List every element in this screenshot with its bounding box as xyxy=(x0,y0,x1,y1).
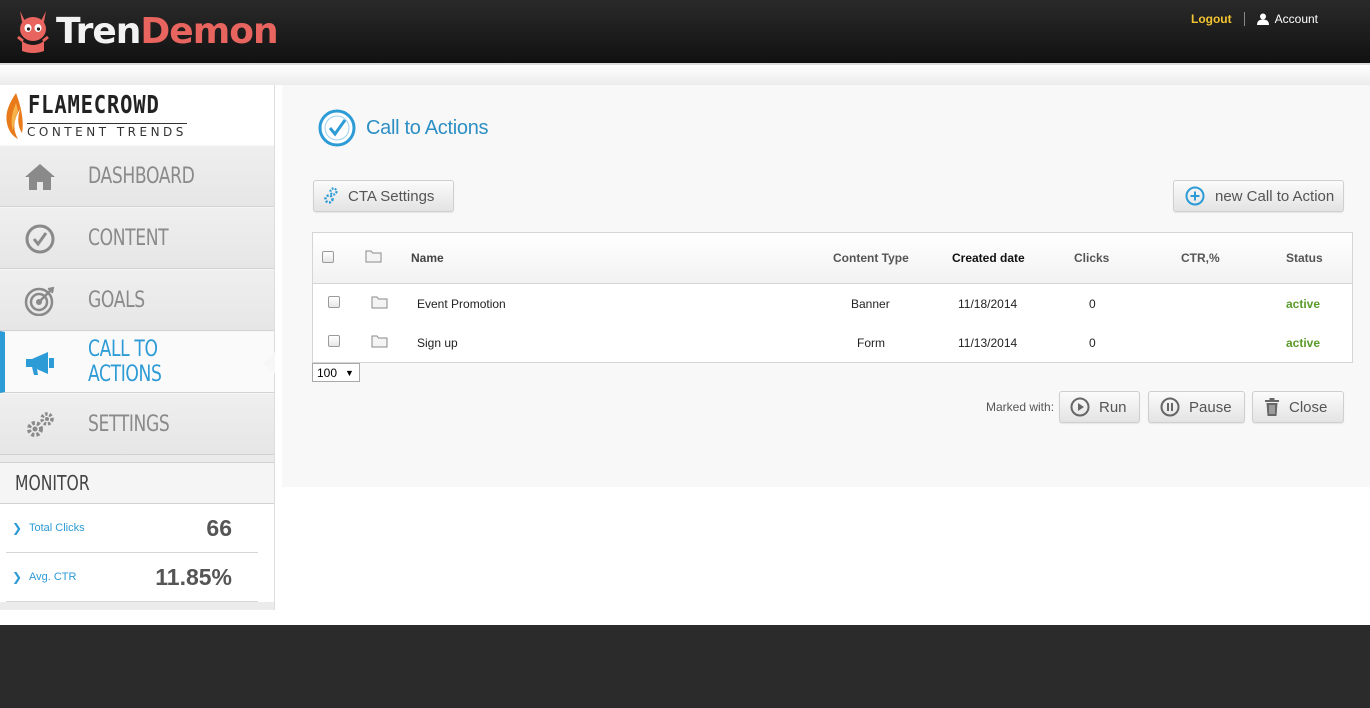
column-header-content-type[interactable]: Content Type xyxy=(833,251,909,265)
button-label: Run xyxy=(1099,398,1127,416)
logo-text: TrenDemon xyxy=(56,10,279,52)
new-call-to-action-button[interactable]: new Call to Action xyxy=(1173,180,1344,212)
close-button[interactable]: Close xyxy=(1252,391,1344,423)
sidebar-item-label: DASHBOARD xyxy=(88,163,195,189)
sidebar-spacer xyxy=(0,455,274,463)
column-header-status[interactable]: Status xyxy=(1286,251,1323,265)
flame-icon xyxy=(6,93,23,139)
chevron-right-icon: ❯ xyxy=(12,521,23,535)
demon-mascot-icon xyxy=(17,11,49,53)
top-header: TrenDemon Logout Account xyxy=(0,0,1370,63)
stat-total-clicks[interactable]: ❯ Total Clicks 66 xyxy=(6,504,258,553)
logout-link[interactable]: Logout xyxy=(1191,12,1232,26)
plus-circle-icon xyxy=(1185,186,1205,206)
row-checkbox[interactable] xyxy=(328,335,340,347)
stat-label: Total Clicks xyxy=(29,522,85,534)
page-title: Call to Actions xyxy=(318,109,489,147)
page-size-select[interactable]: 100 ▼ xyxy=(312,363,360,382)
client-name: FLAMECROWD xyxy=(28,90,160,119)
cta-settings-button[interactable]: CTA Settings xyxy=(313,180,454,212)
cta-table: Name Content Type Created date Clicks CT… xyxy=(312,232,1353,363)
folder-icon xyxy=(365,250,382,263)
cta-created-date: 11/18/2014 xyxy=(958,297,1018,311)
pause-button[interactable]: Pause xyxy=(1148,391,1245,423)
folder-icon xyxy=(371,335,388,348)
caret-down-icon: ▼ xyxy=(345,367,354,378)
marked-with-label: Marked with: xyxy=(986,400,1055,414)
main-panel: Call to Actions CTA Settings new Call to… xyxy=(282,85,1370,487)
cta-clicks: 0 xyxy=(1089,336,1096,350)
column-header-ctr[interactable]: CTR,% xyxy=(1181,251,1220,265)
sidebar-item-settings[interactable]: SETTINGS xyxy=(0,393,274,455)
cta-status: active xyxy=(1286,297,1321,311)
page-title-text: Call to Actions xyxy=(366,116,489,139)
pause-icon xyxy=(1160,397,1180,417)
top-links: Logout Account xyxy=(1191,12,1318,26)
monitor-stats: ❯ Total Clicks 66 ❯ Avg. CTR 11.85% xyxy=(0,504,274,602)
sidebar-item-label: SETTINGS xyxy=(88,411,170,437)
column-header-created-date[interactable]: Created date xyxy=(952,251,1025,265)
stat-value: 11.85% xyxy=(155,564,232,590)
sidebar-item-call-to-actions[interactable]: CALL TO ACTIONS xyxy=(0,331,275,393)
client-tagline: CONTENT TRENDS xyxy=(27,123,187,139)
sidebar-item-label: CONTENT xyxy=(88,225,169,251)
button-label: Close xyxy=(1289,398,1328,416)
sidebar-item-goals[interactable]: GOALS xyxy=(0,269,274,331)
account-label: Account xyxy=(1274,12,1318,26)
stat-value: 66 xyxy=(206,515,232,541)
client-brand: FLAMECROWD CONTENT TRENDS xyxy=(0,85,274,145)
check-circle-icon xyxy=(318,109,356,147)
divider xyxy=(1243,12,1245,26)
gears-icon xyxy=(27,412,54,437)
stat-avg-ctr[interactable]: ❯ Avg. CTR 11.85% xyxy=(6,553,258,602)
sidebar-item-label: CALL TO ACTIONS xyxy=(88,337,162,387)
logo-text-tren: Tren xyxy=(56,10,141,52)
table-header: Name Content Type Created date Clicks CT… xyxy=(313,233,1352,284)
page-footer xyxy=(0,625,1370,708)
row-checkbox[interactable] xyxy=(328,296,340,308)
sidebar-item-dashboard[interactable]: DASHBOARD xyxy=(0,145,274,207)
user-icon xyxy=(1256,13,1269,25)
cta-name[interactable]: Event Promotion xyxy=(417,297,506,311)
sidebar-item-content[interactable]: CONTENT xyxy=(0,207,274,269)
cta-content-type: Banner xyxy=(851,297,890,311)
sidebar: FLAMECROWD CONTENT TRENDS DASHBOARD CONT… xyxy=(0,85,275,610)
active-indicator-arrow xyxy=(263,352,275,374)
logo-text-demon: Demon xyxy=(140,10,278,52)
button-label: new Call to Action xyxy=(1215,187,1335,205)
play-icon xyxy=(1070,397,1090,417)
cta-content-type: Form xyxy=(857,336,885,350)
cta-created-date: 11/13/2014 xyxy=(958,336,1018,350)
sidebar-item-label: GOALS xyxy=(88,287,145,313)
monitor-heading: MONITOR xyxy=(0,463,274,504)
run-button[interactable]: Run xyxy=(1059,391,1140,423)
folder-icon xyxy=(371,296,388,309)
select-all-checkbox[interactable] xyxy=(322,251,334,263)
monitor-title: MONITOR xyxy=(15,471,90,495)
megaphone-icon xyxy=(26,352,54,375)
gears-icon xyxy=(324,187,338,204)
stat-label: Avg. CTR xyxy=(29,571,77,583)
trash-icon xyxy=(1265,398,1279,416)
button-label: Pause xyxy=(1189,398,1232,416)
header-strip xyxy=(0,63,1370,85)
account-link[interactable]: Account xyxy=(1256,12,1318,26)
chevron-right-icon: ❯ xyxy=(12,570,23,584)
button-label: CTA Settings xyxy=(348,187,435,205)
table-row[interactable]: Sign up Form 11/13/2014 0 active xyxy=(313,324,1352,363)
check-circle-icon xyxy=(25,224,55,254)
column-header-name[interactable]: Name xyxy=(411,251,444,265)
cta-name[interactable]: Sign up xyxy=(417,336,458,350)
cta-status: active xyxy=(1286,336,1321,350)
cta-clicks: 0 xyxy=(1089,297,1096,311)
column-header-clicks[interactable]: Clicks xyxy=(1074,251,1109,265)
table-row[interactable]: Event Promotion Banner 11/18/2014 0 acti… xyxy=(313,285,1352,324)
target-icon xyxy=(24,286,55,316)
home-icon xyxy=(25,164,55,190)
trendemon-logo[interactable]: TrenDemon xyxy=(14,5,279,57)
page-size-value: 100 xyxy=(317,365,338,380)
